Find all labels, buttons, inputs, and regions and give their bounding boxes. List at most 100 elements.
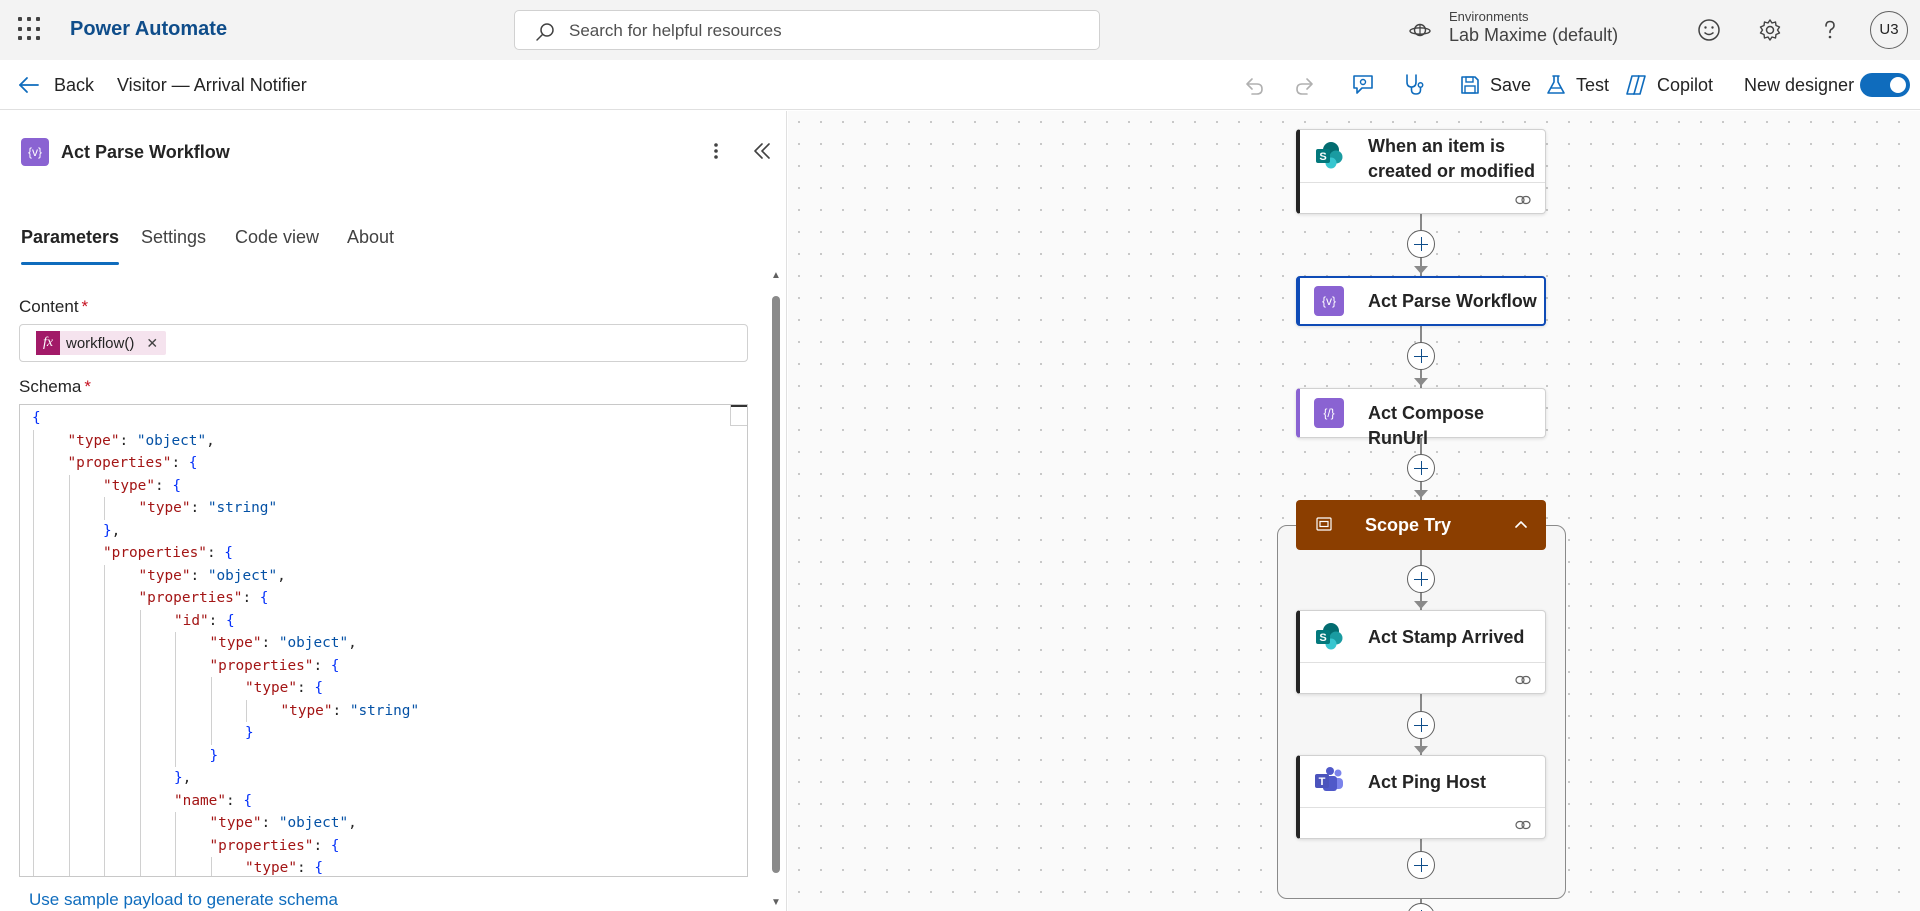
scroll-down-icon[interactable]: ▼ (771, 898, 781, 908)
test-label: Test (1576, 74, 1610, 95)
panel-scrollbar[interactable]: ▲ ▼ (771, 271, 781, 911)
copilot-button[interactable]: Copilot (1624, 72, 1713, 98)
code-token: { (188, 455, 198, 471)
code-line: "type": "object", (32, 812, 419, 835)
app-brand[interactable]: Power Automate (70, 18, 227, 41)
code-line: "type": "object", (32, 565, 419, 588)
schema-code[interactable]: {"type": "object", "properties": {"type":… (32, 407, 419, 876)
tab-settings[interactable]: Settings (141, 227, 206, 248)
connector-arrow (1414, 266, 1428, 274)
code-token: "object" (278, 635, 349, 651)
scope-icon (1316, 517, 1332, 531)
teams-icon: T (1315, 767, 1343, 791)
schema-code-editor[interactable]: {"type": "object", "properties": {"type":… (19, 404, 748, 877)
content-input[interactable]: fx workflow() ✕ (19, 324, 748, 362)
code-token: : (190, 567, 208, 584)
save-icon (1461, 76, 1479, 94)
sample-payload-link[interactable]: Use sample payload to generate schema (29, 890, 338, 910)
new-designer-toggle[interactable] (1860, 73, 1910, 97)
user-avatar[interactable]: U3 (1870, 11, 1908, 49)
code-token: , (348, 815, 357, 831)
more-options-icon[interactable] (708, 139, 724, 163)
code-token: "object" (278, 815, 349, 831)
tab-parameters[interactable]: Parameters (21, 227, 120, 265)
chevron-up-icon[interactable] (1514, 519, 1528, 529)
code-line: "properties": { (32, 655, 419, 678)
feedback-smiley-icon[interactable] (1696, 17, 1722, 43)
code-line: "type": "string" (32, 497, 419, 520)
code-token: "type" (245, 680, 297, 696)
expression-token[interactable]: fx workflow() ✕ (36, 331, 167, 355)
code-line: "id": { (32, 610, 419, 633)
stamp-arrived-card[interactable]: S Act Stamp Arrived (1296, 610, 1546, 694)
tab-about[interactable]: About (347, 227, 394, 248)
code-token: "type" (138, 567, 191, 584)
indent-guide (104, 564, 105, 876)
editor-minimap[interactable] (730, 405, 747, 426)
remove-token-icon[interactable]: ✕ (146, 335, 158, 352)
code-token: { (225, 612, 235, 629)
code-token: "type" (209, 815, 262, 831)
code-line: } (32, 745, 419, 768)
app-launcher-icon[interactable] (18, 17, 42, 41)
tab-code-view[interactable]: Code view (235, 227, 319, 248)
redo-icon[interactable] (1293, 73, 1317, 99)
undo-icon[interactable] (1242, 73, 1266, 99)
test-button[interactable]: Test (1545, 72, 1609, 98)
flow-checker-stethoscope-icon[interactable] (1401, 72, 1427, 98)
action-details-panel: {v} Act Parse Workflow Parameters Settin… (0, 111, 787, 911)
code-token: , (348, 635, 357, 651)
action-title[interactable]: Act Parse Workflow (61, 142, 230, 163)
add-step-plus-icon[interactable] (1407, 851, 1435, 879)
add-step-plus-icon[interactable] (1407, 454, 1435, 482)
compose-braces-icon: {/} (1314, 398, 1344, 428)
code-token: "properties" (209, 837, 314, 854)
card-footer (1300, 807, 1545, 838)
add-step-plus-icon[interactable] (1407, 342, 1435, 370)
add-step-plus-icon[interactable] (1407, 711, 1435, 739)
code-line: "properties": { (32, 587, 419, 610)
help-icon[interactable] (1817, 17, 1843, 43)
link-icon[interactable] (1515, 195, 1531, 205)
parse-workflow-title: Act Parse Workflow (1368, 291, 1537, 311)
add-step-plus-icon[interactable] (1407, 565, 1435, 593)
code-token: "type" (280, 702, 333, 719)
link-icon[interactable] (1515, 820, 1531, 830)
arrow-left-icon (19, 77, 39, 93)
environment-label: Environments (1449, 9, 1529, 24)
scroll-up-icon[interactable]: ▲ (771, 271, 781, 281)
parse-workflow-card[interactable]: {v} Act Parse Workflow (1296, 276, 1546, 326)
link-icon[interactable] (1515, 675, 1531, 685)
content-field-label: Content * (19, 297, 88, 317)
add-step-plus-icon[interactable] (1407, 230, 1435, 258)
code-token: } (103, 522, 112, 539)
code-token: : (261, 635, 279, 651)
indent-guide (210, 857, 212, 876)
settings-gear-icon[interactable] (1757, 17, 1783, 43)
collapse-panel-icon[interactable] (752, 142, 772, 160)
code-line: "properties": { (32, 452, 419, 475)
scope-try-card[interactable]: Scope Try (1296, 500, 1546, 550)
code-token: : (296, 680, 315, 696)
code-line: "type": "object", (32, 632, 419, 655)
environment-name[interactable]: Lab Maxime (default) (1449, 25, 1618, 46)
scrollbar-thumb[interactable] (772, 296, 780, 873)
save-button[interactable]: Save (1459, 72, 1531, 98)
trigger-card[interactable]: S When an item is created or modified (1296, 129, 1546, 214)
comments-icon[interactable] (1350, 72, 1376, 98)
code-line: "properties": { (32, 835, 419, 858)
code-token: : (171, 455, 189, 471)
back-button[interactable]: Back (18, 73, 94, 97)
search-box[interactable] (514, 10, 1100, 50)
search-input[interactable] (569, 19, 1069, 43)
code-line: "type": { (32, 857, 419, 876)
required-marker: * (81, 297, 89, 316)
flow-name[interactable]: Visitor — Arrival Notifier (117, 75, 307, 96)
indent-guide (33, 429, 34, 876)
compose-runurl-card[interactable]: {/} Act Compose RunUrl (1296, 388, 1546, 448)
code-token: : (313, 837, 331, 854)
code-line: "properties": { (32, 542, 419, 565)
ping-host-card[interactable]: T Act Ping Host (1296, 755, 1546, 839)
connector-arrow (1414, 378, 1428, 386)
environment-icon[interactable] (1408, 18, 1432, 42)
